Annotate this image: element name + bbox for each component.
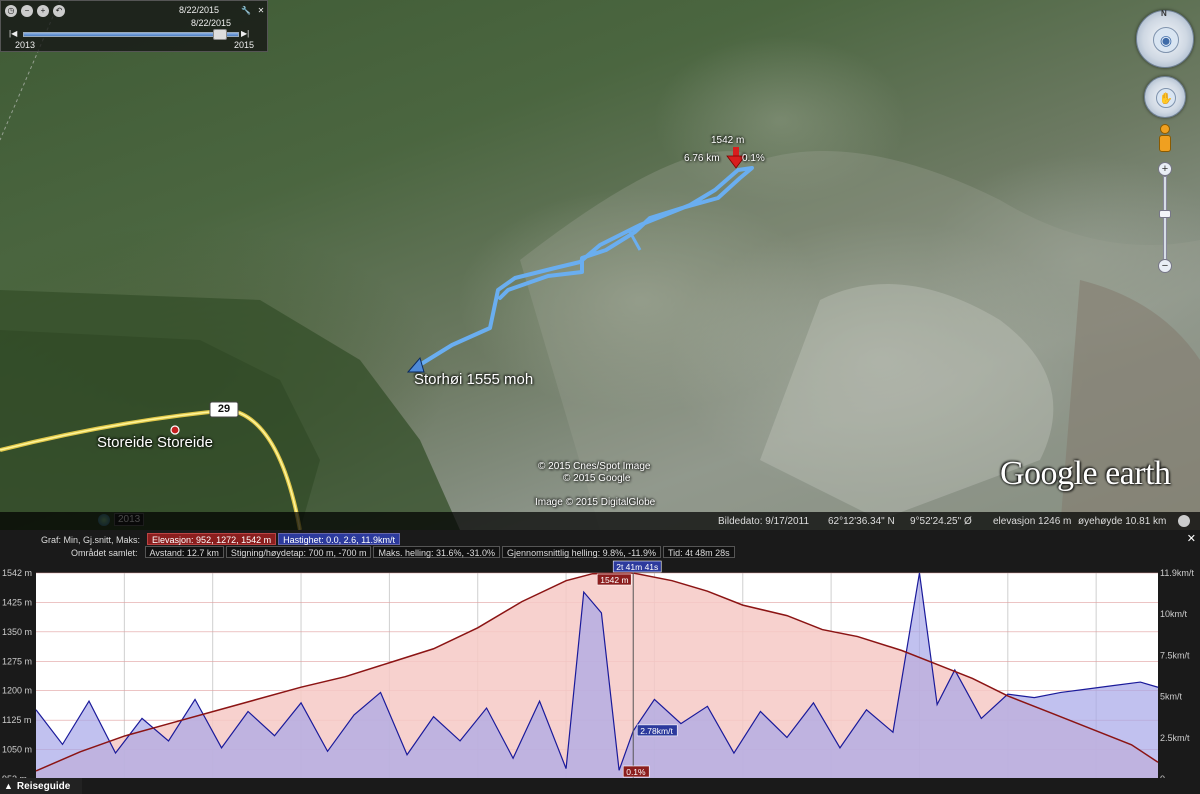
zoom-minus-icon[interactable]: − [1158, 259, 1172, 273]
zoom-in-icon[interactable]: + [37, 5, 49, 17]
left-axis-tick-label: 1542 m [2, 568, 32, 578]
skip-forward-icon[interactable]: ▶| [241, 29, 249, 38]
speed-stats[interactable]: Hastighet: 0.0, 2.6, 11.9km/t [278, 532, 401, 545]
time-stat: Tid: 4t 48m 28s [662, 545, 735, 558]
summit-grade-label: 0.1% [742, 153, 765, 164]
travel-guide-tab[interactable]: ▲ Reiseguide [0, 778, 82, 794]
area-summary-label: Området samlet: [71, 547, 138, 558]
road-number: 29 [217, 403, 231, 415]
travel-guide-label: Reiseguide [16, 780, 71, 792]
time-slider-track[interactable] [23, 32, 239, 37]
google-earth-logo: Google earth [1000, 455, 1171, 492]
right-axis-tick-label: 7.5km/t [1160, 650, 1190, 660]
expand-up-icon: ▲ [4, 781, 13, 791]
credit-digitalglobe: Image © 2015 DigitalGlobe [535, 497, 656, 508]
eye-altitude-readout: øyehøyde 10.81 km [1078, 515, 1167, 527]
left-axis-tick-label: 1350 m [2, 627, 32, 637]
left-axis-tick-label: 1050 m [2, 745, 32, 755]
summit-distance-label: 6.76 km [684, 153, 720, 164]
credit-google: © 2015 Google [563, 473, 631, 484]
status-bar: Bildedato: 9/17/2011 62°12'36.34" N 9°52… [0, 512, 1200, 530]
right-axis-tick-label: 2.5km/t [1160, 733, 1190, 743]
move-control[interactable]: ✋ [1144, 76, 1186, 118]
left-axis-tick-label: 1425 m [2, 597, 32, 607]
profile-close-icon[interactable]: ✕ [1187, 532, 1196, 545]
streaming-status-icon [1178, 515, 1190, 527]
zoom-track[interactable] [1163, 176, 1167, 260]
elevation-speed-chart[interactable]: 1542 m 1425 m 1350 m 1275 m 1200 m 1125 m 1050… [0, 558, 1200, 778]
time-slider-date-top: 8/22/2015 [179, 5, 220, 15]
right-axis-tick-label: 5km/t [1160, 692, 1183, 702]
longitude-readout: 9°52'24.25" Ø [910, 515, 972, 527]
hand-icon[interactable]: ✋ [1156, 88, 1176, 108]
latitude-readout: 62°12'36.34" N [828, 515, 895, 527]
time-slider[interactable]: ◷ − + ↶ 8/22/2015 8/22/2015 🔧 ✕ |◀ ▶| 20… [0, 0, 268, 52]
clock-icon[interactable]: ◷ [5, 5, 17, 17]
imagery-date: Bildedato: 9/17/2011 [718, 515, 810, 527]
clock-back-icon[interactable]: ↶ [53, 5, 65, 17]
zoom-out-icon[interactable]: − [21, 5, 33, 17]
range-end-label: 2015 [234, 40, 255, 50]
time-slider-knob[interactable] [213, 29, 227, 40]
range-start-label: 2013 [15, 40, 36, 50]
start-placemark-label[interactable]: Storhøi 1555 moh [414, 371, 533, 388]
zoom-slider[interactable]: + − [1158, 162, 1172, 274]
close-icon[interactable]: ✕ [255, 5, 267, 17]
look-control[interactable]: N ◉ [1136, 9, 1194, 68]
elevation-stats[interactable]: Elevasjon: 952, 1272, 1542 m [147, 532, 277, 545]
time-slider-date-mid: 8/22/2015 [191, 18, 232, 28]
distance-stat: Avstand: 12.7 km [144, 545, 224, 558]
eye-icon[interactable]: ◉ [1153, 27, 1179, 53]
street-view-pegman-icon[interactable] [1158, 124, 1172, 154]
right-axis-tick-label: 11.9km/t [1160, 568, 1194, 578]
wrench-icon[interactable]: 🔧 [240, 5, 252, 17]
profile-stats-row-2: Området samlet: Avstand: 12.7 km Stignin… [66, 545, 737, 558]
zoom-plus-icon[interactable]: + [1158, 162, 1172, 176]
elevation-profile-panel[interactable]: Graf: Min, Gj.snitt, Maks: Elevasjon: 95… [0, 530, 1200, 794]
max-grade-stat: Maks. helling: 31.6%, -31.0% [373, 545, 501, 558]
right-axis-tick-label: 0 [1160, 774, 1165, 778]
avg-grade-stat: Gjennomsnittlig helling: 9.8%, -11.9% [502, 545, 661, 558]
summit-elevation-label: 1542 m [711, 135, 745, 146]
right-axis-tick-label: 10km/t [1160, 609, 1188, 619]
cursor-grade-label: 0.1% [626, 767, 646, 777]
credit-cnes: © 2015 Cnes/Spot Image [538, 461, 651, 472]
profile-stats-row-1: Graf: Min, Gj.snitt, Maks: Elevasjon: 95… [36, 532, 402, 545]
elevation-readout: elevasjon 1246 m [993, 515, 1072, 527]
left-axis-tick-label: 1275 m [2, 656, 32, 666]
cursor-speed-label: 2.78km/t [640, 726, 673, 736]
north-icon[interactable]: N [1161, 9, 1167, 18]
map-viewport[interactable]: ◷ − + ↶ 8/22/2015 8/22/2015 🔧 ✕ |◀ ▶| 20… [0, 0, 1200, 530]
town-placemark-icon [170, 425, 180, 435]
climb-stat: Stigning/høydetap: 700 m, -700 m [225, 545, 372, 558]
skip-back-icon[interactable]: |◀ [9, 29, 17, 38]
left-axis-tick-label: 1200 m [2, 686, 32, 696]
cursor-time-label: 2t 41m 41s [616, 562, 658, 572]
graph-stats-label: Graf: Min, Gj.snitt, Maks: [41, 534, 141, 545]
track-start-marker [406, 356, 425, 373]
zoom-knob[interactable] [1159, 210, 1171, 218]
left-axis-tick-label: 1125 m [2, 715, 31, 725]
town-label[interactable]: Storeide Storeide [97, 434, 213, 451]
cursor-elevation-label: 1542 m [600, 575, 628, 585]
